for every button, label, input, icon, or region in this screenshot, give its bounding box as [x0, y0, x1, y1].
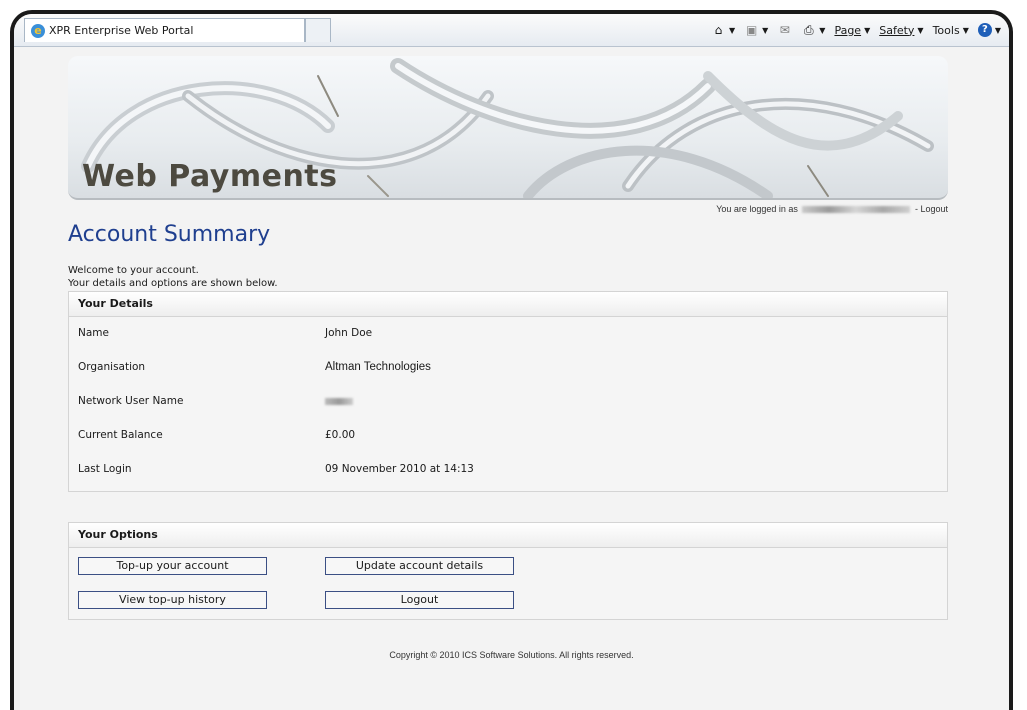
header-logout-link[interactable]: - Logout: [915, 204, 948, 214]
detail-value: Altman Technologies: [325, 361, 431, 373]
redacted-value: [325, 397, 353, 405]
detail-label: Name: [78, 327, 109, 339]
options-panel: Your Options Top-up your account Update …: [68, 522, 948, 620]
page-menu-label: Page: [834, 23, 862, 37]
detail-label: Organisation: [78, 361, 146, 373]
view-history-button[interactable]: View top-up history: [78, 591, 267, 609]
options-panel-title: Your Options: [69, 523, 947, 548]
logout-button[interactable]: Logout: [325, 591, 514, 609]
rss-icon: ▣: [745, 22, 758, 37]
home-icon: ⌂: [714, 22, 723, 37]
mail-button[interactable]: ✉: [777, 23, 792, 38]
home-button[interactable]: ⌂ ▼: [711, 23, 735, 38]
chevron-down-icon: ▼: [762, 25, 769, 35]
tools-menu[interactable]: Tools ▼: [933, 24, 969, 37]
chevron-down-icon: ▼: [917, 25, 924, 35]
logged-in-text: You are logged in as: [716, 204, 798, 214]
detail-label: Last Login: [78, 463, 132, 475]
chevron-down-icon: ▼: [994, 25, 1001, 35]
help-button[interactable]: ? ▼: [977, 23, 1001, 37]
safety-menu-label: Safety: [879, 23, 915, 37]
detail-row-name: Name John Doe: [69, 317, 947, 351]
detail-value: John Doe: [325, 327, 373, 339]
detail-row-balance: Current Balance £0.00: [69, 419, 947, 453]
welcome-line-1: Welcome to your account.: [68, 265, 199, 276]
page-menu[interactable]: Page ▼: [834, 24, 870, 37]
browser-toolbar: e XPR Enterprise Web Portal ⌂ ▼ ▣ ▼ ✉ ⎙ ▼ P…: [14, 14, 1009, 47]
chevron-down-icon: ▼: [819, 25, 826, 35]
topup-button[interactable]: Top-up your account: [78, 557, 267, 575]
chevron-down-icon: ▼: [728, 25, 736, 35]
chevron-down-icon: ▼: [962, 25, 969, 35]
tab-title: XPR Enterprise Web Portal: [49, 24, 194, 37]
details-panel: Your Details Name John Doe Organisation …: [68, 291, 948, 492]
browser-logo-icon: e: [31, 23, 45, 38]
username-redacted: [802, 206, 911, 214]
banner-title: Web Payments: [82, 159, 338, 194]
safety-menu[interactable]: Safety ▼: [879, 24, 923, 37]
login-status: You are logged in as - Logout: [716, 204, 948, 214]
update-account-button[interactable]: Update account details: [325, 557, 514, 575]
footer-copyright: Copyright © 2010 ICS Software Solutions.…: [389, 650, 634, 660]
page-title: Account Summary: [68, 222, 271, 247]
chevron-down-icon: ▼: [864, 25, 871, 35]
detail-label: Current Balance: [78, 429, 163, 441]
banner: Web Payments: [68, 56, 948, 200]
mail-icon: ✉: [779, 22, 790, 37]
detail-row-last-login: Last Login 09 November 2010 at 14:13: [69, 453, 947, 487]
detail-label: Network User Name: [78, 395, 184, 407]
browser-window: e XPR Enterprise Web Portal ⌂ ▼ ▣ ▼ ✉ ⎙ ▼ P…: [10, 10, 1013, 710]
tools-menu-label: Tools: [932, 23, 960, 37]
details-panel-title: Your Details: [69, 292, 947, 317]
new-tab-button[interactable]: [305, 18, 331, 42]
tab-active[interactable]: e XPR Enterprise Web Portal: [24, 18, 305, 42]
print-button[interactable]: ⎙ ▼: [801, 23, 825, 38]
welcome-message: Welcome to your account. Your details an…: [68, 264, 278, 290]
detail-value: 09 November 2010 at 14:13: [325, 463, 474, 475]
detail-value: £0.00: [325, 429, 356, 441]
detail-row-network-user: Network User Name: [69, 385, 947, 419]
welcome-line-2: Your details and options are shown below…: [68, 278, 278, 289]
page-content: Web Payments You are logged in as - Logo…: [68, 56, 970, 620]
command-bar: ⌂ ▼ ▣ ▼ ✉ ⎙ ▼ Page ▼ Safety ▼ Tools ▼ ? ▼: [711, 20, 1001, 40]
help-icon: ?: [977, 23, 992, 37]
detail-row-organisation: Organisation Altman Technologies: [69, 351, 947, 385]
print-icon: ⎙: [803, 22, 814, 37]
feeds-button[interactable]: ▣ ▼: [744, 23, 768, 38]
detail-value-redacted: [325, 395, 353, 407]
